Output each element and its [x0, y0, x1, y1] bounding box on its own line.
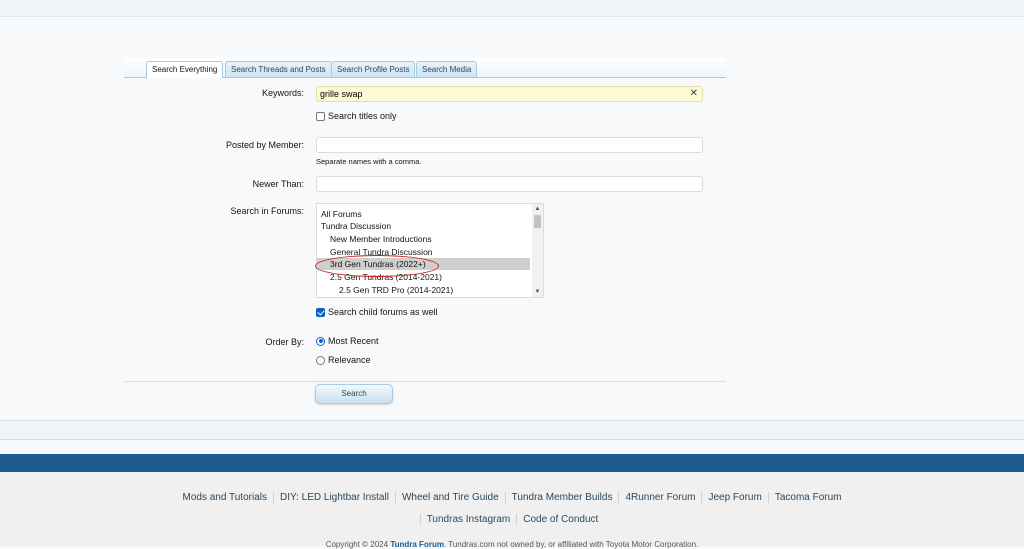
posted-by-hint: Separate names with a comma. [316, 157, 422, 166]
forum-option[interactable]: 2.5 Gen TRD Pro (2014-2021) [317, 284, 543, 296]
clear-keywords-icon[interactable]: ✕ [690, 88, 698, 99]
footer-links-row2: Tundras Instagram Code of Conduct [0, 514, 1024, 525]
radio-unchecked[interactable] [316, 355, 325, 365]
forum-option[interactable]: Tundra Discussion [317, 220, 534, 232]
scroll-down-icon[interactable]: ▼ [532, 287, 543, 297]
forum-option[interactable]: All Forums [317, 208, 534, 220]
forum-option[interactable]: General Tundra Discussion [317, 246, 543, 258]
copyright-prefix: Copyright © 2024 [325, 540, 389, 549]
keywords-label: Keywords: [261, 88, 304, 98]
footer-link-wheel-and-tire-guide[interactable]: Wheel and Tire Guide [394, 492, 505, 503]
order-by-label: Order By: [265, 337, 304, 347]
tab-search-media[interactable]: Search Media [416, 61, 478, 77]
scroll-thumb[interactable] [534, 215, 541, 228]
checkbox-box[interactable] [316, 111, 325, 121]
footer-link-mods-and-tutorials[interactable]: Mods and Tutorials [176, 492, 273, 503]
forum-select-list[interactable]: All Forums Tundra Discussion New Member … [316, 203, 544, 298]
footer-link-jeep-forum[interactable]: Jeep Forum [701, 492, 768, 503]
keywords-field[interactable]: ✕ [316, 86, 703, 102]
checkbox-box-checked[interactable] [316, 307, 325, 317]
search-in-forums-label: Search in Forums: [230, 206, 304, 216]
newer-than-input[interactable] [317, 177, 683, 191]
posted-by-label: Posted by Member: [225, 140, 304, 150]
forum-option[interactable]: New Member Introductions [317, 233, 543, 245]
order-most-recent-label: Most Recent [328, 336, 379, 346]
forum-option-selected[interactable]: 3rd Gen Tundras (2022+) [317, 258, 530, 270]
posted-by-input[interactable] [317, 138, 683, 152]
search-titles-only-checkbox[interactable]: Search titles only [316, 111, 397, 121]
copyright-text: Copyright © 2024 Tundra Forum. Tundras.c… [0, 540, 1024, 549]
search-titles-only-label: Search titles only [328, 111, 397, 121]
scroll-up-icon[interactable]: ▲ [532, 204, 543, 214]
newer-than-label: Newer Than: [252, 179, 304, 189]
tab-search-profile-posts[interactable]: Search Profile Posts [331, 61, 416, 77]
copyright-suffix: . Tundras.com not owned by, or affiliate… [443, 540, 699, 549]
footer-link-tundras-instagram[interactable]: Tundras Instagram [419, 514, 517, 525]
search-button[interactable]: Search [315, 384, 393, 404]
footer-link-diy-led-lightbar[interactable]: DIY: LED Lightbar Install [272, 492, 395, 503]
footer-links-row1: Mods and Tutorials DIY: LED Lightbar Inst… [0, 492, 1024, 503]
forum-list-scrollbar[interactable]: ▲ ▼ [532, 204, 543, 297]
tab-search-threads-and-posts[interactable]: Search Threads and Posts [225, 61, 332, 77]
radio-checked[interactable] [316, 336, 325, 346]
form-divider [124, 381, 726, 382]
order-relevance-label: Relevance [328, 355, 371, 365]
posted-by-field[interactable] [316, 137, 703, 153]
footer-blue-bar [0, 454, 1024, 472]
keywords-input[interactable] [317, 87, 683, 101]
footer: Mods and Tutorials DIY: LED Lightbar Inst… [0, 472, 1024, 549]
search-tabs: Search Everything Search Threads and Pos… [124, 58, 726, 78]
search-child-forums-checkbox[interactable]: Search child forums as well [316, 307, 438, 317]
tab-search-everything[interactable]: Search Everything [146, 61, 224, 78]
order-most-recent-radio[interactable]: Most Recent [316, 336, 379, 346]
footer-link-tundra-member-builds[interactable]: Tundra Member Builds [504, 492, 619, 503]
copyright-site-link[interactable]: Tundra Forum [390, 540, 444, 549]
newer-than-field[interactable] [316, 176, 703, 192]
footer-link-code-of-conduct[interactable]: Code of Conduct [516, 514, 605, 525]
footer-link-tacoma-forum[interactable]: Tacoma Forum [767, 492, 848, 503]
search-child-forums-label: Search child forums as well [328, 307, 438, 317]
top-strip [0, 0, 1024, 17]
order-relevance-radio[interactable]: Relevance [316, 355, 371, 365]
forum-option[interactable]: 2.5 Gen Tundras (2014-2021) [317, 271, 543, 283]
footer-link-4runner-forum[interactable]: 4Runner Forum [618, 492, 702, 503]
breadcrumb-band [0, 420, 1024, 440]
